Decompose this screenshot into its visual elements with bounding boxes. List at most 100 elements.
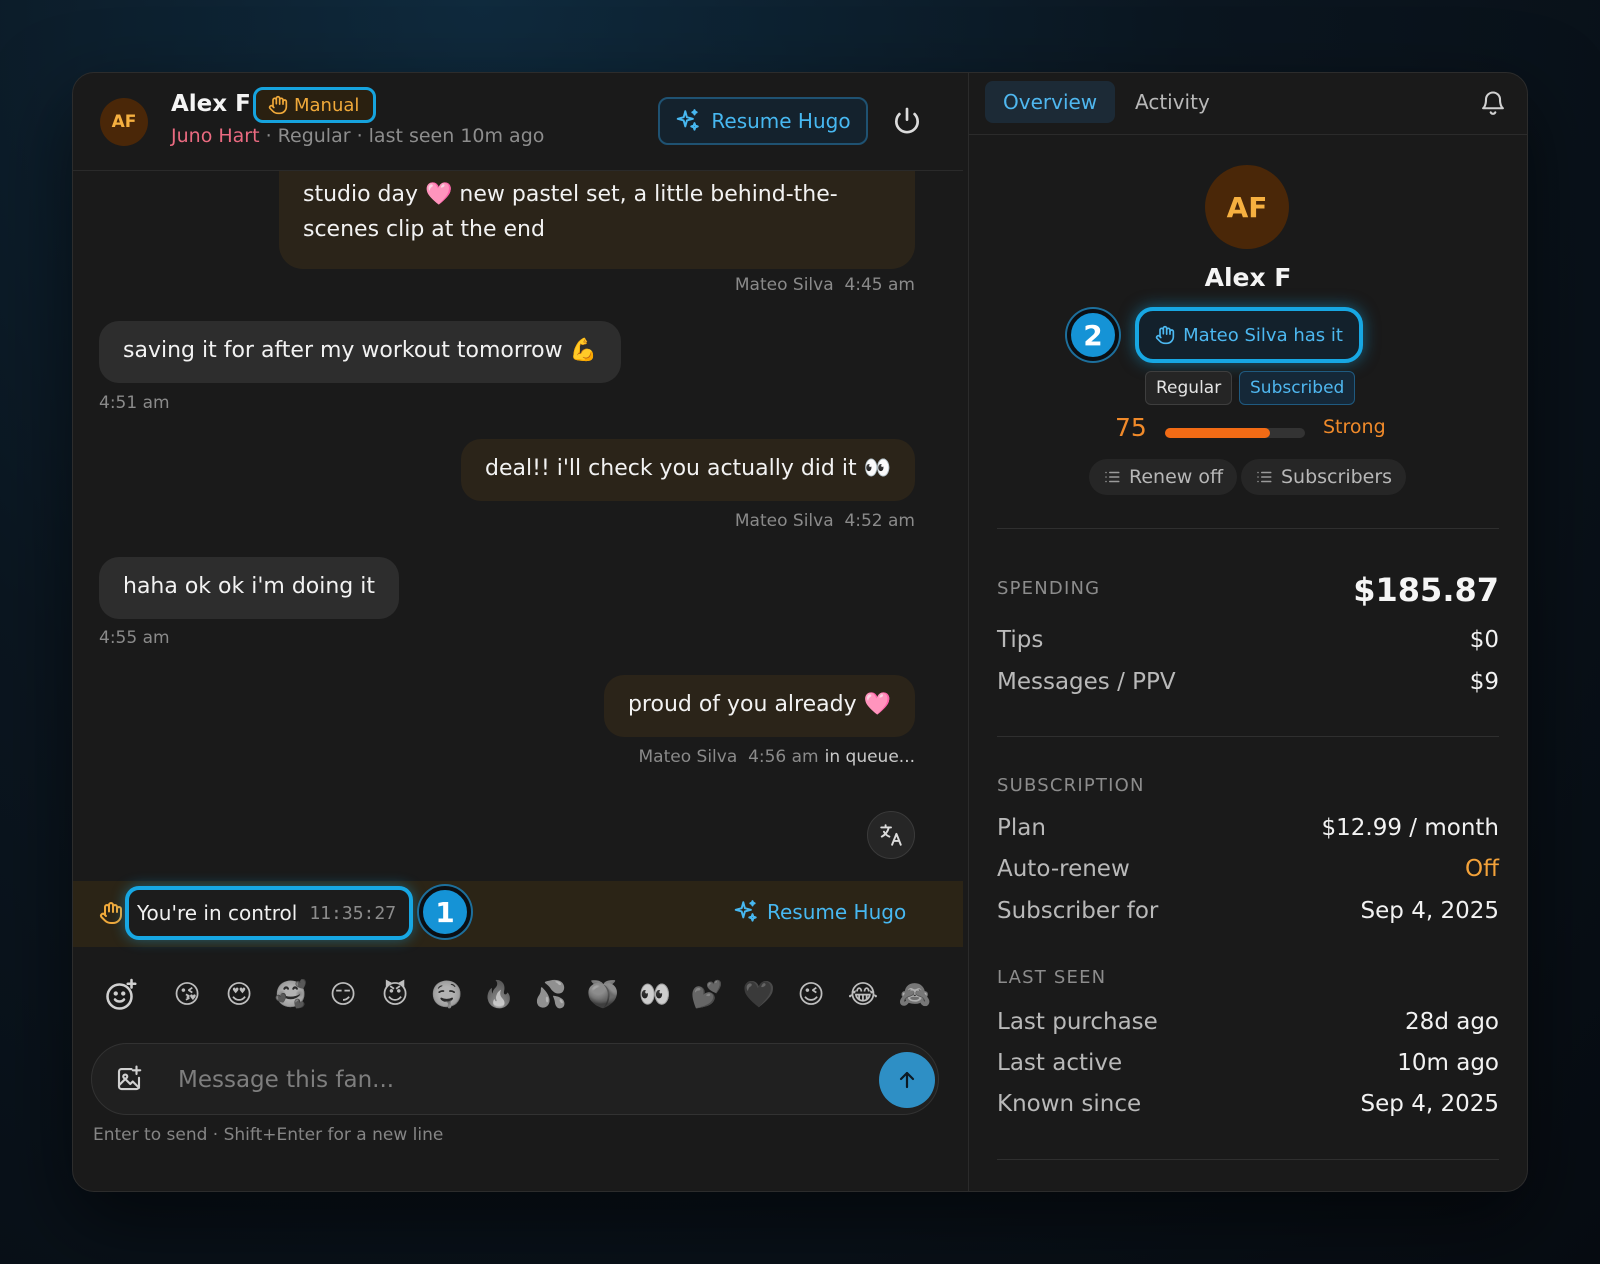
message-list[interactable]: studio day 🩷 new pastel set, a little be… [73,171,963,881]
fan-name-large: Alex F [1204,263,1292,292]
emoji-button[interactable]: 😉 [785,980,837,1010]
last-seen-row-purchase: Last purchase 28d ago [997,1009,1499,1035]
spending-section-title: SPENDING [997,578,1101,599]
row-value: $12.99 / month [1321,815,1500,841]
row-value: Off [1465,856,1499,882]
tag-subscribed: Subscribed [1239,371,1356,405]
message-text-line: studio day 🩷 new pastel set, a little be… [303,182,838,207]
owner-status-pill[interactable]: Mateo Silva has it [1135,307,1363,363]
emoji-picker-icon[interactable] [103,977,139,1013]
list-icon [1257,471,1272,483]
message-text: haha ok ok i'm doing it [123,574,375,599]
fan-avatar[interactable]: AF [100,98,148,146]
row-label: Plan [997,815,1046,841]
message-meta: 4:55 am [99,628,170,648]
message-meta: Mateo Silva 4:52 am [735,511,915,531]
composer-hint: Enter to send · Shift+Enter for a new li… [93,1125,444,1145]
send-button[interactable] [879,1052,935,1108]
image-attach-icon[interactable] [114,1064,144,1094]
subscription-row-auto-renew: Auto-renew Off [997,856,1499,882]
message-meta: 4:51 am [99,393,170,413]
emoji-button[interactable]: 😂 [837,980,889,1010]
message-input[interactable] [178,1060,818,1100]
emoji-button[interactable]: 🔥 [473,980,525,1010]
arrow-up-icon [899,1071,915,1089]
row-label: Auto-renew [997,856,1130,882]
manual-mode-badge[interactable]: Manual [253,87,377,123]
panel-tabs: Overview Activity [969,73,1527,135]
resume-hugo-button[interactable]: Resume Hugo [658,97,868,145]
row-label: Known since [997,1091,1142,1117]
control-status-label: You're in control [137,901,298,925]
row-label: Messages / PPV [997,669,1176,695]
fan-status-line: Juno Hart · Regular · last seen 10m ago [171,125,544,147]
renew-off-chip-label: Renew off [1129,466,1224,488]
divider [997,736,1499,737]
hand-icon [268,95,288,115]
message-bubble-outgoing[interactable]: studio day 🩷 new pastel set, a little be… [279,171,915,269]
message-sender: Mateo Silva [734,511,834,531]
bell-icon[interactable] [1479,89,1507,117]
message-time: 4:51 am [99,393,170,413]
fan-status-text: · Regular · last seen 10m ago [259,125,545,147]
fan-score-fill [1165,428,1270,438]
subscribers-chip[interactable]: Subscribers [1241,459,1407,495]
message-sender: Mateo Silva [638,747,738,767]
message-bubble-incoming[interactable]: saving it for after my workout tomorrow … [99,321,621,383]
emoji-button[interactable]: 🤤 [421,980,473,1010]
message-bubble-incoming[interactable]: haha ok ok i'm doing it [99,557,399,619]
message-text-line: scenes clip at the end [303,217,545,242]
renew-off-chip[interactable]: Renew off [1089,459,1238,495]
fan-detail-panel: Overview Activity AF Alex F 2 Mateo Silv… [969,73,1527,1191]
emoji-button[interactable]: 😈 [369,980,421,1010]
tab-overview[interactable]: Overview [985,81,1116,123]
control-bar: You're in control 11:35:27 1 Resume Hugo [73,881,963,947]
row-label: Subscriber for [997,898,1159,924]
resume-hugo-bar-button[interactable]: Resume Hugo [733,899,906,925]
message-bubble-outgoing[interactable]: proud of you already 🩷 [603,675,915,737]
row-value: $9 [1469,669,1499,695]
row-label: Last purchase [997,1009,1158,1035]
translate-button[interactable] [867,811,915,859]
message-time: 4:56 am [748,747,819,767]
emoji-button[interactable]: 😘 [161,980,213,1010]
row-value: 28d ago [1405,1009,1499,1035]
emoji-button[interactable]: 👀 [629,980,681,1010]
divider [997,528,1499,529]
emoji-button[interactable]: 💕 [681,980,733,1010]
message-meta: Mateo Silva 4:56 am in queue... [639,747,915,767]
row-value: $0 [1469,627,1499,653]
last-seen-row-active: Last active 10m ago [997,1050,1499,1076]
fan-score-bar [1165,428,1305,438]
message-text: deal!! i'll check you actually did it 👀 [485,456,891,481]
creator-name: Juno Hart [171,125,260,147]
power-icon[interactable] [891,105,923,137]
message-bubble-outgoing[interactable]: deal!! i'll check you actually did it 👀 [461,439,915,501]
manual-badge-label: Manual [294,94,360,116]
emoji-button[interactable]: 💦 [525,980,577,1010]
chat-header: AF Alex F Manual Juno Hart · Regular · l… [73,73,963,171]
message-text: proud of you already 🩷 [627,692,891,717]
message-composer [91,1043,939,1115]
emoji-button[interactable]: 🥰 [265,980,317,1010]
fan-avatar-large: AF [1205,165,1289,249]
message-sender: Mateo Silva [734,275,834,295]
fan-score: 75 [1115,413,1147,442]
last-seen-section-title: LAST SEEN [997,967,1107,988]
app-window: AF Alex F Manual Juno Hart · Regular · l… [72,72,1528,1192]
emoji-button[interactable]: 🍑 [577,980,629,1010]
emoji-button[interactable]: 😍 [213,980,265,1010]
sparkle-icon [677,109,700,131]
subscription-row-subscriber-for: Subscriber for Sep 4, 2025 [997,898,1499,924]
emoji-bar: 😘 😍 🥰 😏 😈 🤤 🔥 💦 🍑 👀 💕 🖤 😉 😂 🙈 [103,977,941,1013]
emoji-button[interactable]: 🖤 [733,980,785,1010]
emoji-button[interactable]: 🙈 [889,980,941,1010]
row-value: Sep 4, 2025 [1360,1091,1499,1117]
emoji-button[interactable]: 😏 [317,980,369,1010]
tab-activity[interactable]: Activity [1117,81,1228,123]
divider [997,1159,1499,1160]
message-time: 4:55 am [99,628,170,648]
subscription-section-title: SUBSCRIPTION [997,775,1145,796]
spending-row-messages: Messages / PPV $9 [997,669,1499,695]
hand-icon [100,902,122,924]
